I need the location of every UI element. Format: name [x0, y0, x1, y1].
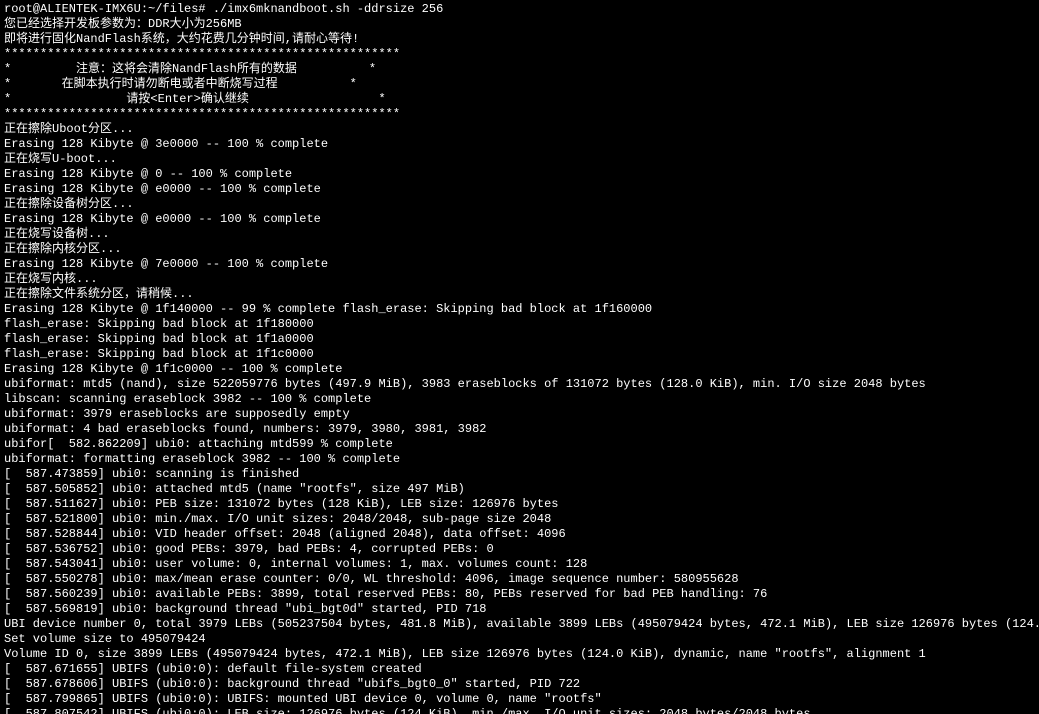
terminal-line: * 请按<Enter>确认继续 * [4, 92, 1035, 107]
terminal-line: [ 587.550278] ubi0: max/mean erase count… [4, 572, 1035, 587]
terminal-line: Erasing 128 Kibyte @ 1f1c0000 -- 100 % c… [4, 362, 1035, 377]
terminal-line: 正在擦除内核分区... [4, 242, 1035, 257]
terminal-line: Set volume size to 495079424 [4, 632, 1035, 647]
terminal-line: 即将进行固化NandFlash系统，大约花费几分钟时间,请耐心等待! [4, 32, 1035, 47]
terminal-line: [ 587.807542] UBIFS (ubi0:0): LEB size: … [4, 707, 1035, 714]
terminal-line: root@ALIENTEK-IMX6U:~/files# ./imx6mknan… [4, 2, 1035, 17]
terminal-line: Erasing 128 Kibyte @ 3e0000 -- 100 % com… [4, 137, 1035, 152]
terminal-line: flash_erase: Skipping bad block at 1f180… [4, 317, 1035, 332]
terminal-line: Erasing 128 Kibyte @ 0 -- 100 % complete [4, 167, 1035, 182]
terminal-line: [ 587.473859] ubi0: scanning is finished [4, 467, 1035, 482]
terminal-line: [ 587.678606] UBIFS (ubi0:0): background… [4, 677, 1035, 692]
terminal-line: [ 587.528844] ubi0: VID header offset: 2… [4, 527, 1035, 542]
terminal-line: [ 587.671655] UBIFS (ubi0:0): default fi… [4, 662, 1035, 677]
terminal-line: libscan: scanning eraseblock 3982 -- 100… [4, 392, 1035, 407]
terminal-line: * 注意：这将会清除NandFlash所有的数据 * [4, 62, 1035, 77]
terminal-line: flash_erase: Skipping bad block at 1f1c0… [4, 347, 1035, 362]
terminal-line: 正在擦除设备树分区... [4, 197, 1035, 212]
terminal-line: 正在烧写设备树... [4, 227, 1035, 242]
terminal-line: [ 587.536752] ubi0: good PEBs: 3979, bad… [4, 542, 1035, 557]
terminal-line: ubiformat: 3979 eraseblocks are supposed… [4, 407, 1035, 422]
terminal-line: [ 587.799865] UBIFS (ubi0:0): UBIFS: mou… [4, 692, 1035, 707]
terminal-line: [ 587.569819] ubi0: background thread "u… [4, 602, 1035, 617]
terminal-line: Erasing 128 Kibyte @ e0000 -- 100 % comp… [4, 212, 1035, 227]
terminal-line: * 在脚本执行时请勿断电或者中断烧写过程 * [4, 77, 1035, 92]
terminal-line: ubiformat: mtd5 (nand), size 522059776 b… [4, 377, 1035, 392]
terminal-line: ubiformat: 4 bad eraseblocks found, numb… [4, 422, 1035, 437]
terminal-line: [ 587.560239] ubi0: available PEBs: 3899… [4, 587, 1035, 602]
terminal-line: ubifor[ 582.862209] ubi0: attaching mtd5… [4, 437, 1035, 452]
terminal-line: ****************************************… [4, 107, 1035, 122]
terminal-line: [ 587.505852] ubi0: attached mtd5 (name … [4, 482, 1035, 497]
terminal-line: [ 587.521800] ubi0: min./max. I/O unit s… [4, 512, 1035, 527]
terminal-line: UBI device number 0, total 3979 LEBs (50… [4, 617, 1035, 632]
terminal-line: Volume ID 0, size 3899 LEBs (495079424 b… [4, 647, 1035, 662]
terminal-line: 正在擦除文件系统分区，请稍候... [4, 287, 1035, 302]
terminal-line: flash_erase: Skipping bad block at 1f1a0… [4, 332, 1035, 347]
terminal-line: 您已经选择开发板参数为：DDR大小为256MB [4, 17, 1035, 32]
terminal-line: [ 587.511627] ubi0: PEB size: 131072 byt… [4, 497, 1035, 512]
terminal-line: Erasing 128 Kibyte @ 1f140000 -- 99 % co… [4, 302, 1035, 317]
terminal-line: 正在烧写内核... [4, 272, 1035, 287]
terminal-line: 正在烧写U-boot... [4, 152, 1035, 167]
terminal-line: [ 587.543041] ubi0: user volume: 0, inte… [4, 557, 1035, 572]
terminal-output[interactable]: root@ALIENTEK-IMX6U:~/files# ./imx6mknan… [0, 0, 1039, 714]
terminal-line: ****************************************… [4, 47, 1035, 62]
terminal-line: 正在擦除Uboot分区... [4, 122, 1035, 137]
terminal-line: ubiformat: formatting eraseblock 3982 --… [4, 452, 1035, 467]
terminal-line: Erasing 128 Kibyte @ 7e0000 -- 100 % com… [4, 257, 1035, 272]
terminal-line: Erasing 128 Kibyte @ e0000 -- 100 % comp… [4, 182, 1035, 197]
